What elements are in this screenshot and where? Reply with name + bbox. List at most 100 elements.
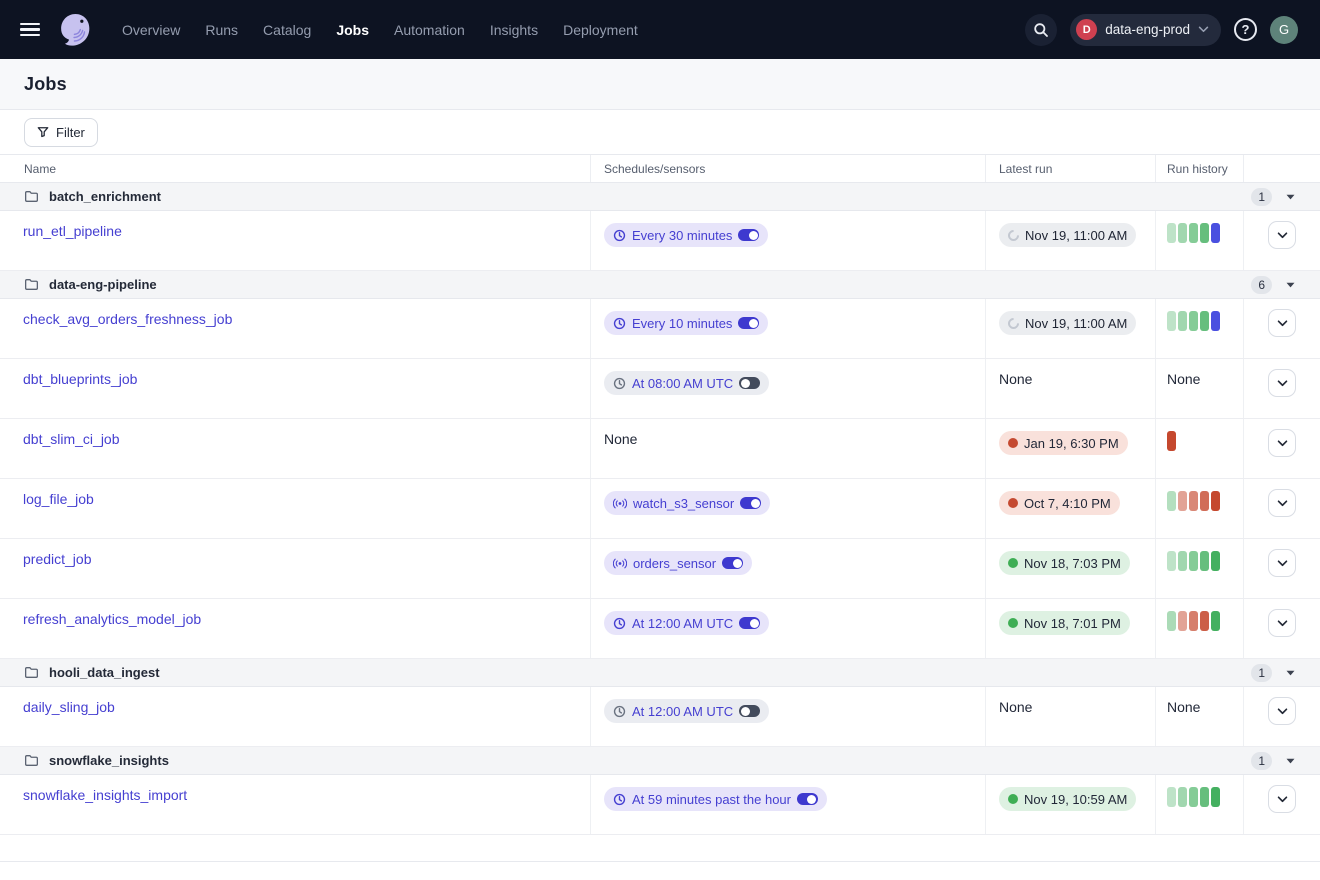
row-expand-button[interactable] bbox=[1268, 549, 1296, 577]
sensor-toggle[interactable] bbox=[722, 557, 743, 569]
schedule-toggle[interactable] bbox=[739, 617, 760, 629]
run-history-bar[interactable] bbox=[1167, 787, 1176, 807]
caret-down-icon[interactable] bbox=[1284, 668, 1297, 678]
run-history-bar[interactable] bbox=[1167, 431, 1176, 451]
run-history-bar[interactable] bbox=[1211, 611, 1220, 631]
latest-run-chip[interactable]: Nov 19, 11:00 AM bbox=[999, 223, 1136, 247]
column-header-run-history: Run history bbox=[1155, 155, 1243, 182]
user-avatar[interactable]: G bbox=[1270, 16, 1298, 44]
help-icon[interactable]: ? bbox=[1234, 18, 1257, 41]
job-name-link[interactable]: check_avg_orders_freshness_job bbox=[23, 311, 232, 327]
run-history-bar[interactable] bbox=[1200, 223, 1209, 243]
schedule-label: Every 10 minutes bbox=[632, 316, 732, 331]
run-history-bar[interactable] bbox=[1167, 491, 1176, 511]
sensor-label: watch_s3_sensor bbox=[633, 496, 734, 511]
row-expand-button[interactable] bbox=[1268, 309, 1296, 337]
sensor-toggle[interactable] bbox=[740, 497, 761, 509]
schedule-chip[interactable]: At 12:00 AM UTC bbox=[604, 611, 769, 635]
run-history-bar[interactable] bbox=[1189, 223, 1198, 243]
schedule-toggle[interactable] bbox=[797, 793, 818, 805]
latest-run-chip[interactable]: Nov 19, 11:00 AM bbox=[999, 311, 1136, 335]
latest-run-chip[interactable]: Nov 18, 7:03 PM bbox=[999, 551, 1130, 575]
job-name-link[interactable]: run_etl_pipeline bbox=[23, 223, 122, 239]
group-name: batch_enrichment bbox=[49, 189, 161, 204]
deployment-switcher[interactable]: D data-eng-prod bbox=[1070, 14, 1221, 46]
dagster-logo-icon[interactable] bbox=[56, 11, 94, 49]
run-history-bar[interactable] bbox=[1211, 787, 1220, 807]
nav-item-overview[interactable]: Overview bbox=[122, 22, 180, 38]
latest-run-chip[interactable]: Nov 19, 10:59 AM bbox=[999, 787, 1136, 811]
run-history-bar[interactable] bbox=[1211, 491, 1220, 511]
run-history-bar[interactable] bbox=[1178, 311, 1187, 331]
row-expand-button[interactable] bbox=[1268, 785, 1296, 813]
run-history-bar[interactable] bbox=[1211, 223, 1220, 243]
run-history-bar[interactable] bbox=[1178, 611, 1187, 631]
run-history-bar[interactable] bbox=[1167, 223, 1176, 243]
run-success-icon bbox=[1008, 618, 1018, 628]
run-history-bar[interactable] bbox=[1178, 551, 1187, 571]
sensor-chip[interactable]: watch_s3_sensor bbox=[604, 491, 770, 515]
job-group-row[interactable]: snowflake_insights 1 bbox=[0, 747, 1320, 775]
run-history-bar[interactable] bbox=[1167, 551, 1176, 571]
schedule-chip[interactable]: At 59 minutes past the hour bbox=[604, 787, 827, 811]
search-button[interactable] bbox=[1025, 14, 1057, 46]
row-expand-button[interactable] bbox=[1268, 221, 1296, 249]
schedule-toggle[interactable] bbox=[739, 377, 760, 389]
job-group-row[interactable]: hooli_data_ingest 1 bbox=[0, 659, 1320, 687]
latest-run-chip[interactable]: Nov 18, 7:01 PM bbox=[999, 611, 1130, 635]
run-history-bar[interactable] bbox=[1178, 787, 1187, 807]
run-history-bar[interactable] bbox=[1178, 491, 1187, 511]
job-group-row[interactable]: batch_enrichment 1 bbox=[0, 183, 1320, 211]
job-name-link[interactable]: daily_sling_job bbox=[23, 699, 115, 715]
nav-item-automation[interactable]: Automation bbox=[394, 22, 465, 38]
run-history-bar[interactable] bbox=[1200, 491, 1209, 511]
run-history-bar[interactable] bbox=[1200, 311, 1209, 331]
schedule-chip[interactable]: Every 10 minutes bbox=[604, 311, 768, 335]
group-name: hooli_data_ingest bbox=[49, 665, 160, 680]
job-name-link[interactable]: predict_job bbox=[23, 551, 92, 567]
schedule-chip[interactable]: Every 30 minutes bbox=[604, 223, 768, 247]
run-history-bar[interactable] bbox=[1200, 551, 1209, 571]
nav-item-deployment[interactable]: Deployment bbox=[563, 22, 638, 38]
row-expand-button[interactable] bbox=[1268, 609, 1296, 637]
filter-button[interactable]: Filter bbox=[24, 118, 98, 147]
job-name-link[interactable]: dbt_slim_ci_job bbox=[23, 431, 120, 447]
caret-down-icon[interactable] bbox=[1284, 756, 1297, 766]
schedule-toggle[interactable] bbox=[738, 229, 759, 241]
schedule-chip[interactable]: At 08:00 AM UTC bbox=[604, 371, 769, 395]
schedule-toggle[interactable] bbox=[738, 317, 759, 329]
job-name-link[interactable]: snowflake_insights_import bbox=[23, 787, 187, 803]
run-history-bar[interactable] bbox=[1189, 611, 1198, 631]
sensor-chip[interactable]: orders_sensor bbox=[604, 551, 752, 575]
run-history-bar[interactable] bbox=[1211, 551, 1220, 571]
row-expand-button[interactable] bbox=[1268, 429, 1296, 457]
nav-item-runs[interactable]: Runs bbox=[205, 22, 238, 38]
schedule-chip[interactable]: At 12:00 AM UTC bbox=[604, 699, 769, 723]
run-history-bar[interactable] bbox=[1178, 223, 1187, 243]
job-name-link[interactable]: dbt_blueprints_job bbox=[23, 371, 137, 387]
run-history-bar[interactable] bbox=[1211, 311, 1220, 331]
run-history-bar[interactable] bbox=[1200, 611, 1209, 631]
nav-item-insights[interactable]: Insights bbox=[490, 22, 538, 38]
caret-down-icon[interactable] bbox=[1284, 192, 1297, 202]
row-expand-button[interactable] bbox=[1268, 697, 1296, 725]
latest-run-chip[interactable]: Oct 7, 4:10 PM bbox=[999, 491, 1120, 515]
row-expand-button[interactable] bbox=[1268, 489, 1296, 517]
job-name-link[interactable]: refresh_analytics_model_job bbox=[23, 611, 201, 627]
run-history-bar[interactable] bbox=[1189, 491, 1198, 511]
hamburger-menu-icon[interactable] bbox=[20, 23, 40, 37]
run-history-bar[interactable] bbox=[1167, 611, 1176, 631]
nav-item-jobs[interactable]: Jobs bbox=[336, 22, 369, 38]
run-history-bar[interactable] bbox=[1200, 787, 1209, 807]
job-group-row[interactable]: data-eng-pipeline 6 bbox=[0, 271, 1320, 299]
run-history-bar[interactable] bbox=[1189, 311, 1198, 331]
row-expand-button[interactable] bbox=[1268, 369, 1296, 397]
run-history-bar[interactable] bbox=[1189, 551, 1198, 571]
caret-down-icon[interactable] bbox=[1284, 280, 1297, 290]
run-history-bar[interactable] bbox=[1167, 311, 1176, 331]
latest-run-chip[interactable]: Jan 19, 6:30 PM bbox=[999, 431, 1128, 455]
schedule-toggle[interactable] bbox=[739, 705, 760, 717]
job-name-link[interactable]: log_file_job bbox=[23, 491, 94, 507]
run-history-bar[interactable] bbox=[1189, 787, 1198, 807]
nav-item-catalog[interactable]: Catalog bbox=[263, 22, 311, 38]
